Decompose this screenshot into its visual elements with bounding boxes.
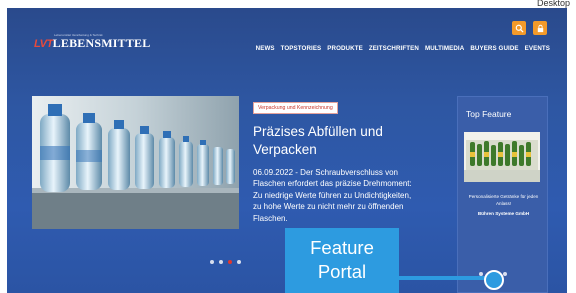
category-badge[interactable]: Verpackung und Kennzeichnung xyxy=(253,102,338,114)
bottles-photo xyxy=(32,96,239,229)
header-actions xyxy=(512,21,547,35)
featured-article: Verpackung und Kennzeichnung Präzises Ab… xyxy=(253,96,418,224)
nav-item-events[interactable]: EVENTS xyxy=(525,45,550,52)
search-button[interactable] xyxy=(512,21,526,35)
logo-tagline: Lebensmittel Verarbeitung & Technik xyxy=(54,33,103,37)
nav-item-topstories[interactable]: TOPSTORIES xyxy=(281,45,322,52)
nav-item-buyers-guide[interactable]: BUYERS GUIDE xyxy=(470,45,518,52)
nav-item-news[interactable]: NEWS xyxy=(256,45,275,52)
slider-dot[interactable] xyxy=(219,260,223,264)
nav-item-produkte[interactable]: PRODUKTE xyxy=(327,45,363,52)
callout-line-1: Feature xyxy=(310,237,374,258)
callout-connector xyxy=(399,276,491,280)
site-logo[interactable]: Lebensmittel Verarbeitung & Technik LVT … xyxy=(34,33,151,51)
top-feature-panel: Top Feature Personalisierte Getränke für… xyxy=(457,96,548,293)
article-date: 06.09.2022 - xyxy=(253,168,298,177)
feature-portal-callout: Feature Portal xyxy=(285,228,399,293)
search-icon xyxy=(515,24,524,33)
top-feature-company: Bühren Systeme GmbH xyxy=(477,211,530,216)
top-feature-title: Top Feature xyxy=(466,109,512,119)
feature-photo xyxy=(464,132,540,182)
window-label: Desktop xyxy=(536,0,570,8)
logo-mark: LVT xyxy=(34,37,53,50)
account-button[interactable] xyxy=(533,21,547,35)
slider-dot-active[interactable] xyxy=(228,260,232,264)
nav-item-multimedia[interactable]: MULTIMEDIA xyxy=(425,45,464,52)
logo-text: LEBENSMITTEL xyxy=(52,36,151,50)
main-nav: NEWS TOPSTORIES PRODUKTE ZEITSCHRIFTEN M… xyxy=(256,45,550,52)
slider-dot[interactable] xyxy=(237,260,241,264)
hero-image[interactable] xyxy=(32,96,239,229)
slider-dot[interactable] xyxy=(503,272,507,276)
top-feature-image[interactable] xyxy=(464,132,540,182)
callout-line-2: Portal xyxy=(317,261,367,282)
callout-marker xyxy=(484,270,504,290)
nav-item-zeitschriften[interactable]: ZEITSCHRIFTEN xyxy=(369,45,419,52)
top-feature-caption[interactable]: Personalisierte Getränke für jeden Anlas… xyxy=(462,194,545,207)
slider-dot[interactable] xyxy=(210,260,214,264)
lock-icon xyxy=(537,24,543,32)
article-teaser: 06.09.2022 - Der Schraubverschluss von F… xyxy=(253,167,418,224)
article-headline[interactable]: Präzises Abfüllen und Verpacken xyxy=(253,123,418,159)
hero-slider-dots xyxy=(210,260,241,264)
